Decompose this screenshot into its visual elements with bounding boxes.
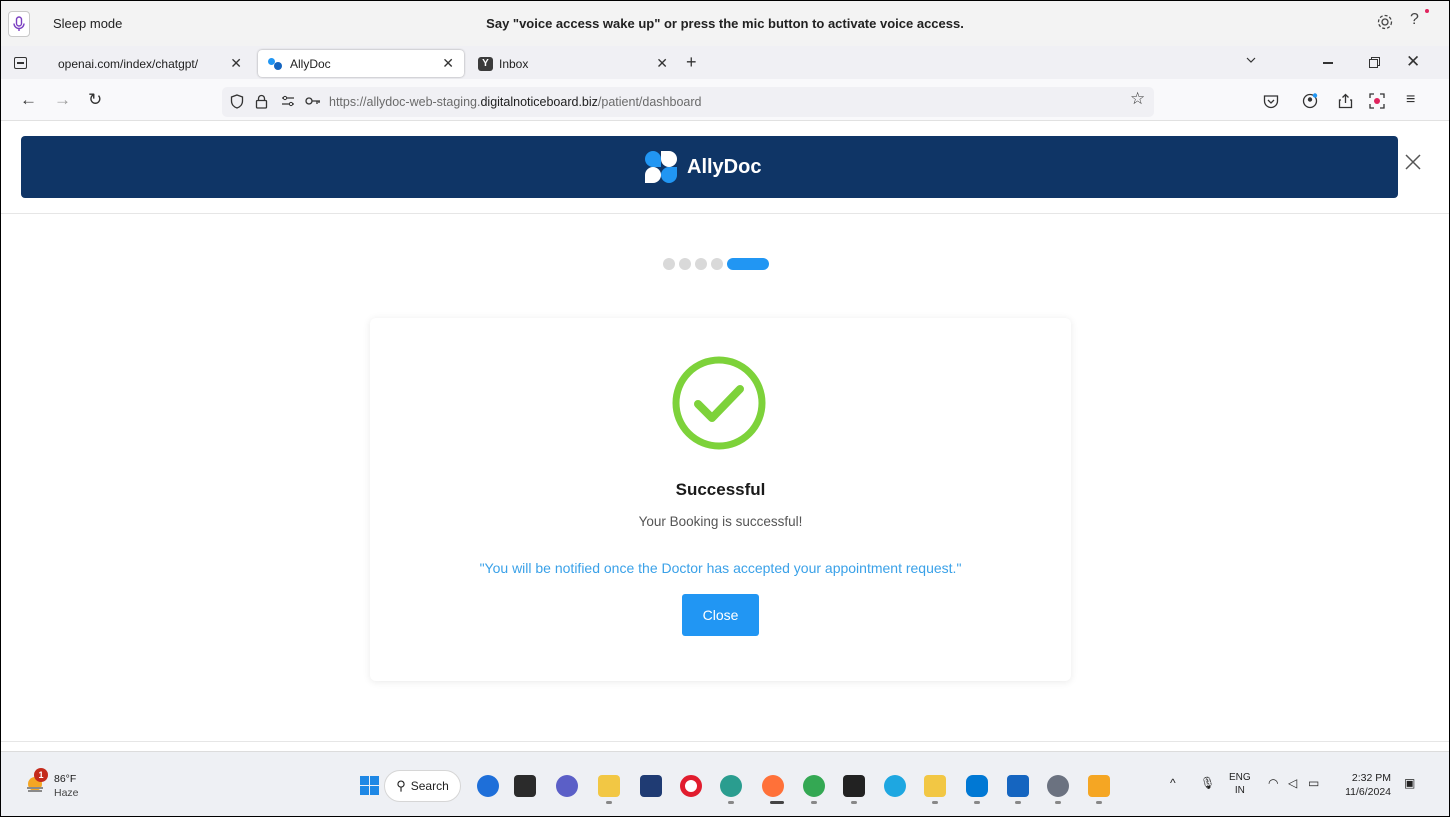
key-icon[interactable] <box>305 94 321 108</box>
tab-close-icon[interactable]: ✕ <box>442 55 454 72</box>
tab-label: Inbox <box>499 56 529 71</box>
outlook-profile-icon[interactable] <box>1007 775 1029 797</box>
running-indicator <box>811 801 817 804</box>
file-explorer-icon[interactable] <box>598 775 620 797</box>
voice-access-bar: Sleep mode Say "voice access wake up" or… <box>0 0 1450 46</box>
progress-stepper <box>663 258 769 270</box>
inbox-favicon-icon: Y <box>478 56 493 71</box>
success-check-icon <box>672 356 766 450</box>
step-dot <box>711 258 723 270</box>
weather-description[interactable]: Haze <box>54 787 79 799</box>
url-text[interactable]: https://allydoc-web-staging.digitalnotic… <box>329 95 701 109</box>
input-language[interactable]: ENG IN <box>1229 771 1251 797</box>
snipping-tool-icon[interactable] <box>1088 775 1110 797</box>
menu-hamburger-icon[interactable]: ≡ <box>1406 91 1415 109</box>
step-dot <box>679 258 691 270</box>
edge-browser-icon[interactable] <box>720 775 742 797</box>
weather-temperature[interactable]: 86°F <box>54 773 76 785</box>
tab-close-icon[interactable]: ✕ <box>656 55 668 72</box>
account-icon[interactable] <box>1302 93 1318 109</box>
help-icon[interactable]: ? <box>1410 11 1419 29</box>
windows-start-icon[interactable] <box>360 776 379 795</box>
reload-icon[interactable]: ↻ <box>88 90 102 110</box>
running-indicator <box>932 801 938 804</box>
microsoft-store-icon[interactable] <box>640 775 662 797</box>
tab-openai[interactable]: openai.com/index/chatgpt/ ✕ <box>44 50 252 77</box>
running-indicator <box>606 801 612 804</box>
dialog-title: Successful <box>675 480 766 499</box>
shield-icon[interactable] <box>230 94 244 109</box>
wifi-icon[interactable]: ◠ <box>1268 776 1278 790</box>
divider <box>0 213 1450 214</box>
taskbar-search[interactable]: ⚲ Search <box>384 770 461 802</box>
notifications-icon[interactable]: ▣ <box>1404 776 1415 790</box>
voice-access-app-icon[interactable] <box>884 775 906 797</box>
new-tab-plus-icon[interactable]: + <box>686 52 697 73</box>
running-indicator <box>728 801 734 804</box>
search-icon: ⚲ <box>396 778 406 793</box>
step-dot <box>663 258 675 270</box>
close-icon[interactable] <box>1403 152 1423 172</box>
settings-gear-icon[interactable] <box>1376 13 1394 31</box>
allydoc-favicon-icon <box>268 57 284 70</box>
voice-access-message: Say "voice access wake up" or press the … <box>486 16 964 31</box>
bookmark-star-icon[interactable]: ☆ <box>1130 89 1145 109</box>
brand-name: AllyDoc <box>687 155 762 178</box>
dialog-note: "You will be notified once the Doctor ha… <box>479 560 962 576</box>
tab-label: openai.com/index/chatgpt/ <box>58 56 199 71</box>
copilot-app-icon[interactable] <box>477 775 499 797</box>
divider <box>0 741 1450 742</box>
search-label: Search <box>410 779 449 793</box>
step-dot-current <box>727 258 769 270</box>
tab-allydoc[interactable]: AllyDoc ✕ <box>258 50 464 77</box>
step-dot <box>695 258 707 270</box>
running-indicator <box>1096 801 1102 804</box>
back-arrow-icon[interactable]: ← <box>20 90 37 110</box>
restore-window-icon[interactable] <box>1369 57 1380 68</box>
help-notification-dot <box>1425 9 1429 13</box>
paint-app-icon[interactable] <box>924 775 946 797</box>
tab-label: AllyDoc <box>290 56 331 71</box>
teams-chat-icon[interactable] <box>556 775 578 797</box>
close-window-icon[interactable]: ✕ <box>1406 52 1420 72</box>
sticky-notes-icon[interactable] <box>843 775 865 797</box>
weather-notification-badge: 1 <box>34 768 48 782</box>
tab-inbox[interactable]: Y Inbox ✕ <box>470 50 678 77</box>
show-hidden-icons-chevron-up-icon[interactable]: ^ <box>1170 776 1176 790</box>
running-indicator <box>1055 801 1061 804</box>
running-indicator <box>851 801 857 804</box>
volume-muted-icon[interactable]: ◁ <box>1288 776 1297 790</box>
battery-icon[interactable]: ▭ <box>1308 776 1319 790</box>
skype-icon[interactable] <box>966 775 988 797</box>
chrome-profile-icon[interactable] <box>803 775 825 797</box>
close-button[interactable]: Close <box>682 594 759 636</box>
browser-tab-strip: openai.com/index/chatgpt/ ✕ AllyDoc ✕ Y … <box>0 46 1450 79</box>
running-indicator <box>974 801 980 804</box>
brand: AllyDoc <box>645 151 761 183</box>
running-indicator <box>1015 801 1021 804</box>
share-icon[interactable] <box>1338 93 1353 109</box>
forward-arrow-icon[interactable]: → <box>54 90 71 110</box>
lock-icon[interactable] <box>255 94 268 109</box>
settings-app-icon[interactable] <box>1047 775 1069 797</box>
tray-microphone-icon[interactable]: 🎙 <box>1200 776 1215 790</box>
tab-close-icon[interactable]: ✕ <box>230 55 242 72</box>
firefox-browser-icon[interactable] <box>762 775 784 797</box>
chevron-down-icon[interactable] <box>1246 55 1256 65</box>
screenshot-icon[interactable] <box>1369 93 1385 109</box>
minimize-icon[interactable] <box>1323 62 1333 64</box>
allydoc-logo-icon <box>645 151 677 183</box>
permissions-icon[interactable] <box>281 94 295 108</box>
system-clock[interactable]: 2:32 PM 11/6/2024 <box>1343 771 1391 799</box>
tab-list-icon[interactable] <box>14 57 27 69</box>
running-indicator <box>770 801 784 804</box>
dialog-subtitle: Your Booking is successful! <box>638 514 803 529</box>
pocket-icon[interactable] <box>1263 94 1279 109</box>
opera-browser-icon[interactable] <box>680 775 702 797</box>
task-view-icon[interactable] <box>514 775 536 797</box>
